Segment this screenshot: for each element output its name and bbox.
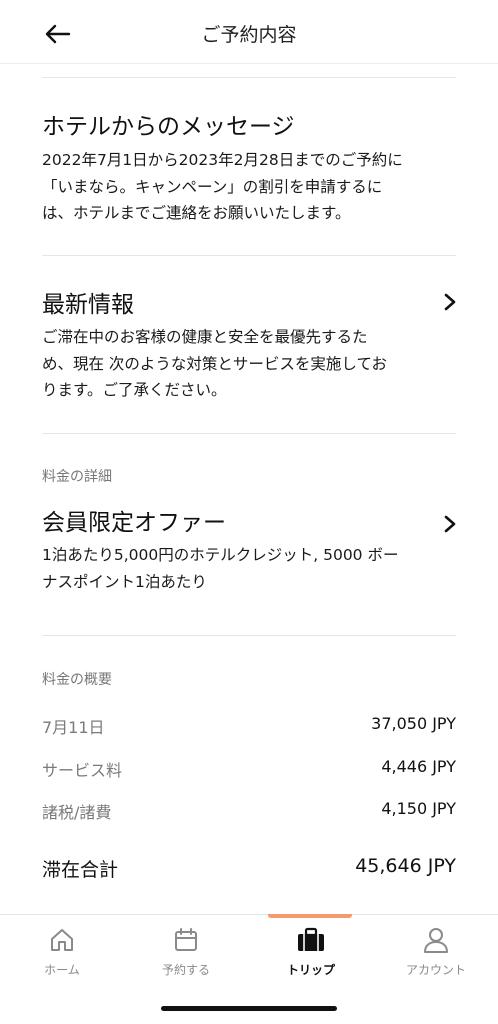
home-indicator [161,1006,337,1011]
hotel-message-line: 「いまなら。キャンペーン」の割引を申請するに [42,177,383,196]
price-row-label: サービス料 [42,761,123,780]
divider [42,433,456,434]
divider [42,635,456,636]
latest-info-line: ご滞在中のお客様の健康と安全を最優先するた [42,328,368,346]
tab-label: ホーム [44,963,80,977]
member-offer-line: 1泊あたり5,000円のホテルクレジット, 5000 ボー [42,546,399,564]
price-row-value: 4,446 JPY [381,757,456,776]
chevron-right-icon[interactable] [440,512,460,536]
hotel-message-text: 2022年7月1日から2023年2月28日までのご予約に 「いまなら。キャンペー… [42,147,462,227]
hotel-message-line: 2022年7月1日から2023年2月28日までのご予約に [42,151,403,169]
top-bar: ご予約内容 [0,0,498,64]
stay-total-value: 45,646 JPY [355,855,456,877]
tab-home[interactable]: ホーム [0,915,124,993]
page-title: ご予約内容 [201,24,297,46]
latest-info-title: 最新情報 [42,292,134,318]
stay-total-label: 滞在合計 [42,859,119,881]
home-icon [51,929,73,951]
latest-info-text: ご滞在中のお客様の健康と安全を最優先するた め、現在 次のような対策とサービスを… [42,324,462,404]
tab-trips[interactable]: トリップ [249,915,373,993]
tab-label: 予約する [161,963,210,977]
chevron-right-icon[interactable] [440,290,460,314]
divider [42,255,456,256]
latest-info-line: め、現在 次のような対策とサービスを実施してお [42,354,387,373]
person-icon [424,928,448,953]
price-row-label: 7月11日 [42,718,105,737]
price-row-value: 4,150 JPY [381,799,456,818]
price-row-value: 37,050 JPY [371,714,456,733]
tab-book[interactable]: 予約する [124,915,248,993]
hotel-message-title: ホテルからのメッセージ [42,114,295,140]
briefcase-icon [298,927,324,951]
tab-label: アカウント [405,963,466,977]
member-offer-text: 1泊あたり5,000円のホテルクレジット, 5000 ボー ナスポイント1泊あた… [42,542,462,595]
divider [42,77,456,78]
hotel-message-line: は、ホテルまでご連絡をお願いいたします。 [42,204,351,222]
member-offer-line: ナスポイント1泊あたり [42,572,207,591]
rate-details-label: 料金の詳細 [42,469,112,485]
tab-account[interactable]: アカウント [374,915,498,993]
latest-info-line: ります。ご了承ください。 [42,381,227,399]
price-row-label: 諸税/諸費 [42,803,112,822]
tab-label: トリップ [286,963,335,977]
calendar-icon [175,928,197,951]
price-summary-label: 料金の概要 [42,672,112,688]
member-offer-title: 会員限定オファー [42,510,226,536]
